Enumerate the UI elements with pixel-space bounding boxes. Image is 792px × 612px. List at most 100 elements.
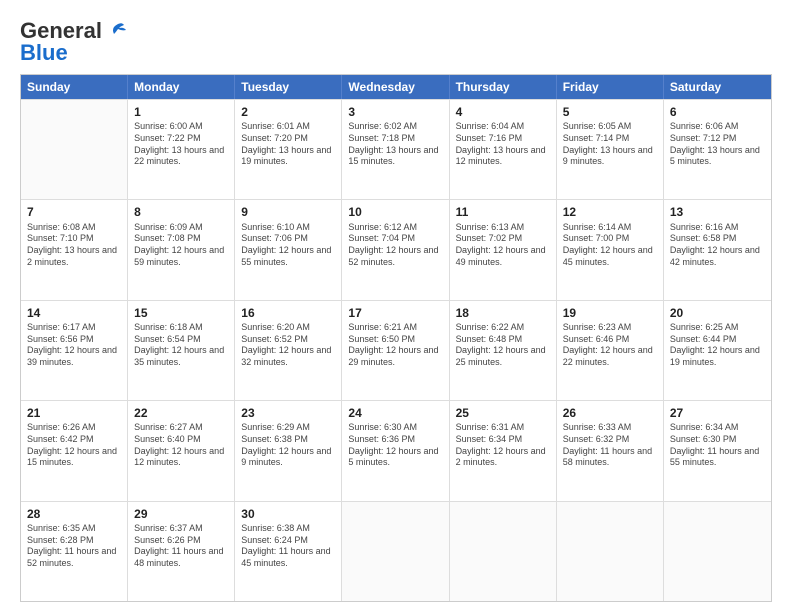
sunrise-label: Sunrise: 6:01 AM: [241, 121, 310, 131]
calendar-cell-5: 5 Sunrise: 6:05 AM Sunset: 7:14 PM Dayli…: [557, 100, 664, 199]
day-number: 29: [134, 506, 228, 522]
daylight-label: Daylight: 12 hours and 52 minutes.: [348, 245, 438, 267]
daylight-label: Daylight: 12 hours and 55 minutes.: [241, 245, 331, 267]
calendar: SundayMondayTuesdayWednesdayThursdayFrid…: [20, 74, 772, 602]
cell-info: Sunrise: 6:20 AM Sunset: 6:52 PM Dayligh…: [241, 322, 335, 369]
sunset-label: Sunset: 6:24 PM: [241, 535, 308, 545]
daylight-label: Daylight: 12 hours and 35 minutes.: [134, 345, 224, 367]
sunrise-label: Sunrise: 6:04 AM: [456, 121, 525, 131]
daylight-label: Daylight: 13 hours and 9 minutes.: [563, 145, 653, 167]
sunrise-label: Sunrise: 6:23 AM: [563, 322, 632, 332]
sunrise-label: Sunrise: 6:38 AM: [241, 523, 310, 533]
calendar-cell-19: 19 Sunrise: 6:23 AM Sunset: 6:46 PM Dayl…: [557, 301, 664, 400]
day-number: 5: [563, 104, 657, 120]
logo-bird-icon: [104, 20, 126, 42]
calendar-cell-26: 26 Sunrise: 6:33 AM Sunset: 6:32 PM Dayl…: [557, 401, 664, 500]
daylight-label: Daylight: 12 hours and 49 minutes.: [456, 245, 546, 267]
daylight-label: Daylight: 11 hours and 58 minutes.: [563, 446, 652, 468]
daylight-label: Daylight: 12 hours and 5 minutes.: [348, 446, 438, 468]
sunset-label: Sunset: 7:00 PM: [563, 233, 630, 243]
cell-info: Sunrise: 6:29 AM Sunset: 6:38 PM Dayligh…: [241, 422, 335, 469]
sunrise-label: Sunrise: 6:25 AM: [670, 322, 739, 332]
cell-info: Sunrise: 6:21 AM Sunset: 6:50 PM Dayligh…: [348, 322, 442, 369]
day-number: 18: [456, 305, 550, 321]
sunrise-label: Sunrise: 6:27 AM: [134, 422, 203, 432]
sunset-label: Sunset: 7:08 PM: [134, 233, 201, 243]
calendar-cell-11: 11 Sunrise: 6:13 AM Sunset: 7:02 PM Dayl…: [450, 200, 557, 299]
daylight-label: Daylight: 11 hours and 45 minutes.: [241, 546, 330, 568]
sunrise-label: Sunrise: 6:35 AM: [27, 523, 96, 533]
sunset-label: Sunset: 7:22 PM: [134, 133, 201, 143]
day-number: 12: [563, 204, 657, 220]
sunrise-label: Sunrise: 6:31 AM: [456, 422, 525, 432]
daylight-label: Daylight: 12 hours and 22 minutes.: [563, 345, 653, 367]
daylight-label: Daylight: 13 hours and 19 minutes.: [241, 145, 331, 167]
calendar-cell-29: 29 Sunrise: 6:37 AM Sunset: 6:26 PM Dayl…: [128, 502, 235, 601]
day-number: 27: [670, 405, 765, 421]
sunrise-label: Sunrise: 6:21 AM: [348, 322, 417, 332]
calendar-cell-28: 28 Sunrise: 6:35 AM Sunset: 6:28 PM Dayl…: [21, 502, 128, 601]
day-number: 2: [241, 104, 335, 120]
day-number: 7: [27, 204, 121, 220]
day-number: 26: [563, 405, 657, 421]
daylight-label: Daylight: 11 hours and 55 minutes.: [670, 446, 759, 468]
weekday-header-saturday: Saturday: [664, 75, 771, 99]
cell-info: Sunrise: 6:22 AM Sunset: 6:48 PM Dayligh…: [456, 322, 550, 369]
sunset-label: Sunset: 7:12 PM: [670, 133, 737, 143]
daylight-label: Daylight: 13 hours and 22 minutes.: [134, 145, 224, 167]
sunset-label: Sunset: 6:34 PM: [456, 434, 523, 444]
sunset-label: Sunset: 6:58 PM: [670, 233, 737, 243]
calendar-cell-20: 20 Sunrise: 6:25 AM Sunset: 6:44 PM Dayl…: [664, 301, 771, 400]
cell-info: Sunrise: 6:14 AM Sunset: 7:00 PM Dayligh…: [563, 222, 657, 269]
weekday-header-sunday: Sunday: [21, 75, 128, 99]
day-number: 23: [241, 405, 335, 421]
calendar-cell-22: 22 Sunrise: 6:27 AM Sunset: 6:40 PM Dayl…: [128, 401, 235, 500]
cell-info: Sunrise: 6:08 AM Sunset: 7:10 PM Dayligh…: [27, 222, 121, 269]
calendar-cell-14: 14 Sunrise: 6:17 AM Sunset: 6:56 PM Dayl…: [21, 301, 128, 400]
daylight-label: Daylight: 12 hours and 25 minutes.: [456, 345, 546, 367]
daylight-label: Daylight: 13 hours and 5 minutes.: [670, 145, 760, 167]
day-number: 25: [456, 405, 550, 421]
sunset-label: Sunset: 6:48 PM: [456, 334, 523, 344]
daylight-label: Daylight: 11 hours and 48 minutes.: [134, 546, 223, 568]
sunset-label: Sunset: 7:14 PM: [563, 133, 630, 143]
day-number: 14: [27, 305, 121, 321]
logo: General Blue: [20, 18, 126, 66]
calendar-cell-21: 21 Sunrise: 6:26 AM Sunset: 6:42 PM Dayl…: [21, 401, 128, 500]
cell-info: Sunrise: 6:38 AM Sunset: 6:24 PM Dayligh…: [241, 523, 335, 570]
calendar-cell-empty-4-4: [450, 502, 557, 601]
calendar-cell-17: 17 Sunrise: 6:21 AM Sunset: 6:50 PM Dayl…: [342, 301, 449, 400]
sunrise-label: Sunrise: 6:13 AM: [456, 222, 525, 232]
calendar-cell-10: 10 Sunrise: 6:12 AM Sunset: 7:04 PM Dayl…: [342, 200, 449, 299]
sunrise-label: Sunrise: 6:16 AM: [670, 222, 739, 232]
sunrise-label: Sunrise: 6:22 AM: [456, 322, 525, 332]
calendar-cell-25: 25 Sunrise: 6:31 AM Sunset: 6:34 PM Dayl…: [450, 401, 557, 500]
sunrise-label: Sunrise: 6:37 AM: [134, 523, 203, 533]
cell-info: Sunrise: 6:30 AM Sunset: 6:36 PM Dayligh…: [348, 422, 442, 469]
cell-info: Sunrise: 6:05 AM Sunset: 7:14 PM Dayligh…: [563, 121, 657, 168]
calendar-cell-empty-0-0: [21, 100, 128, 199]
day-number: 22: [134, 405, 228, 421]
cell-info: Sunrise: 6:26 AM Sunset: 6:42 PM Dayligh…: [27, 422, 121, 469]
sunset-label: Sunset: 6:36 PM: [348, 434, 415, 444]
calendar-cell-15: 15 Sunrise: 6:18 AM Sunset: 6:54 PM Dayl…: [128, 301, 235, 400]
cell-info: Sunrise: 6:23 AM Sunset: 6:46 PM Dayligh…: [563, 322, 657, 369]
calendar-cell-12: 12 Sunrise: 6:14 AM Sunset: 7:00 PM Dayl…: [557, 200, 664, 299]
sunrise-label: Sunrise: 6:29 AM: [241, 422, 310, 432]
cell-info: Sunrise: 6:06 AM Sunset: 7:12 PM Dayligh…: [670, 121, 765, 168]
cell-info: Sunrise: 6:12 AM Sunset: 7:04 PM Dayligh…: [348, 222, 442, 269]
sunrise-label: Sunrise: 6:14 AM: [563, 222, 632, 232]
day-number: 13: [670, 204, 765, 220]
cell-info: Sunrise: 6:17 AM Sunset: 6:56 PM Dayligh…: [27, 322, 121, 369]
cell-info: Sunrise: 6:35 AM Sunset: 6:28 PM Dayligh…: [27, 523, 121, 570]
calendar-row-2: 14 Sunrise: 6:17 AM Sunset: 6:56 PM Dayl…: [21, 300, 771, 400]
sunrise-label: Sunrise: 6:09 AM: [134, 222, 203, 232]
cell-info: Sunrise: 6:00 AM Sunset: 7:22 PM Dayligh…: [134, 121, 228, 168]
sunset-label: Sunset: 7:10 PM: [27, 233, 94, 243]
sunrise-label: Sunrise: 6:12 AM: [348, 222, 417, 232]
sunrise-label: Sunrise: 6:17 AM: [27, 322, 96, 332]
sunset-label: Sunset: 6:40 PM: [134, 434, 201, 444]
weekday-header-thursday: Thursday: [450, 75, 557, 99]
daylight-label: Daylight: 13 hours and 15 minutes.: [348, 145, 438, 167]
calendar-row-4: 28 Sunrise: 6:35 AM Sunset: 6:28 PM Dayl…: [21, 501, 771, 601]
